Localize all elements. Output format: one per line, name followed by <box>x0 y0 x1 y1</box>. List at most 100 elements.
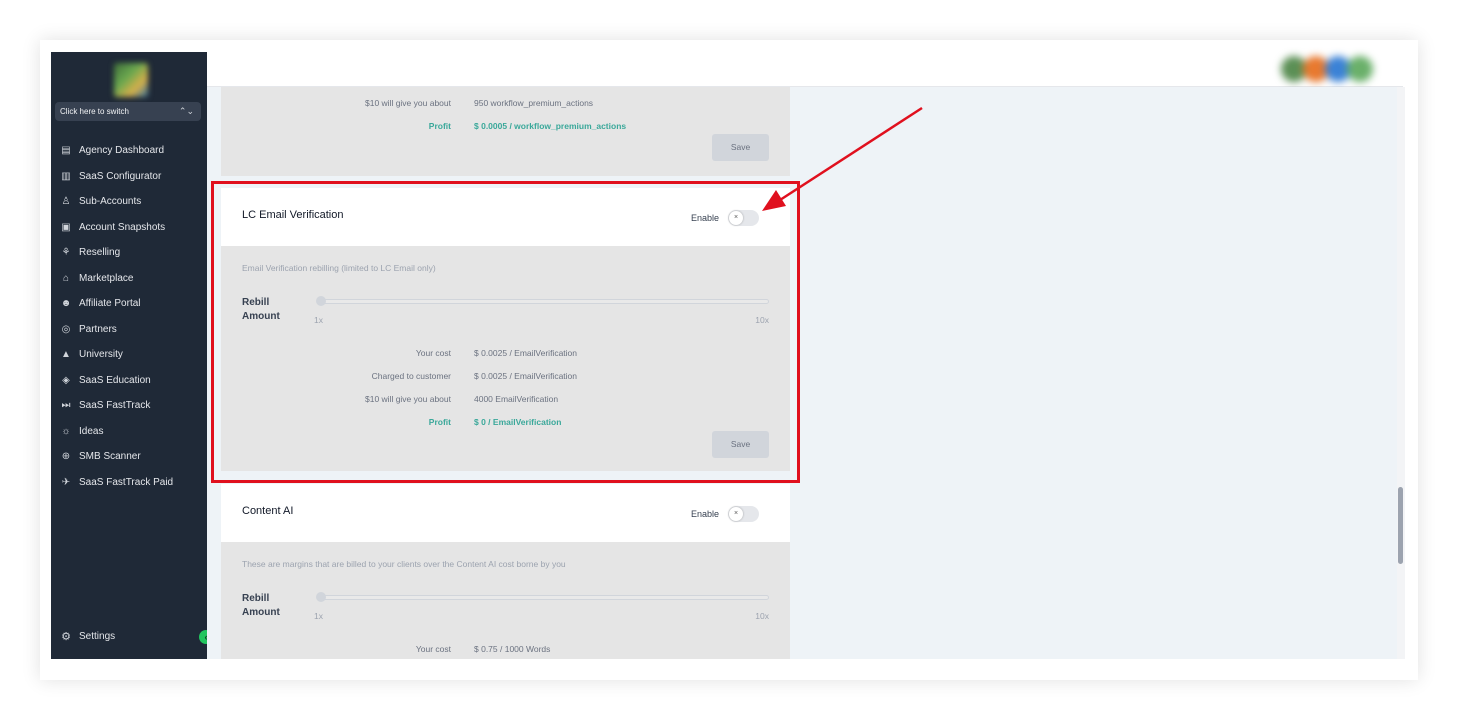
sidebar-item-account-snapshots[interactable]: ▣ Account Snapshots <box>60 215 206 241</box>
avatar <box>1347 56 1373 82</box>
sidebar-nav: ▤ Agency Dashboard ▥ SaaS Configurator ♙ Su… <box>60 138 206 495</box>
row-label: Your cost <box>415 644 451 654</box>
profit-value: $ 0 / EmailVerification <box>474 417 562 427</box>
rebill-label-line: Amount <box>242 311 280 322</box>
sidebar-item-partners[interactable]: ◎ Partners <box>60 317 206 343</box>
sidebar-item-label: Account Snapshots <box>79 221 166 233</box>
email-verification-card: LC Email Verification Enable × Email Ver… <box>221 188 790 471</box>
rebill-label-line: Rebill <box>242 593 270 604</box>
slider-min-label: 1x <box>314 611 323 621</box>
sidebar-item-affiliate-portal[interactable]: ☻ Affiliate Portal <box>60 291 206 317</box>
content-ai-card: Content AI Enable × These are margins th… <box>221 484 790 659</box>
sidebar-item-saas-fasttrack[interactable]: ⏭ SaaS FastTrack <box>60 393 206 419</box>
card-header: Content AI Enable × <box>221 484 790 542</box>
rebill-slider[interactable] <box>316 592 769 602</box>
lightbulb-icon: ☼ <box>61 425 71 437</box>
account-switcher[interactable]: Click here to switch ⌃⌄ <box>55 102 201 121</box>
sidebar-item-label: SaaS Configurator <box>79 170 162 182</box>
agency-logo[interactable] <box>114 63 148 97</box>
card-description: These are margins that are billed to you… <box>242 559 566 569</box>
sidebar-item-label: Ideas <box>79 425 104 437</box>
slider-min-label: 1x <box>314 315 323 325</box>
workflow-premium-card: $10 will give you about 950 workflow_pre… <box>221 87 790 176</box>
row-value: $ 0.75 / 1000 Words <box>474 644 551 654</box>
scrollbar-thumb[interactable] <box>1398 487 1403 564</box>
profit-label: Profit <box>428 417 451 427</box>
rebill-amount-label: Rebill Amount <box>242 296 280 324</box>
settings-label: Settings <box>79 630 116 642</box>
plane-icon: ✈ <box>61 476 71 488</box>
sidebar-item-saas-configurator[interactable]: ▥ SaaS Configurator <box>60 164 206 190</box>
card-body: These are margins that are billed to you… <box>221 542 790 659</box>
sidebar-item-marketplace[interactable]: ⌂ Marketplace <box>60 266 206 292</box>
dashboard-icon: ▤ <box>61 145 71 157</box>
row-label: $10 will give you about <box>364 394 451 404</box>
account-switcher-label: Click here to switch <box>60 107 129 116</box>
user-icon: ♙ <box>61 196 71 208</box>
sidebar-item-label: Marketplace <box>79 272 134 284</box>
slider-handle[interactable] <box>316 296 326 306</box>
sidebar-item-label: Affiliate Portal <box>79 298 141 310</box>
save-button[interactable]: Save <box>712 134 769 161</box>
users-icon: ☻ <box>60 298 72 310</box>
enable-toggle[interactable]: × <box>728 210 759 226</box>
card-body: Email Verification rebilling (limited to… <box>221 246 790 471</box>
row-label: Charged to customer <box>371 371 451 381</box>
enable-label: Enable <box>690 509 719 519</box>
sidebar-item-smb-scanner[interactable]: ⊕ SMB Scanner <box>60 444 206 470</box>
updown-chevron-icon: ⌃⌄ <box>178 106 194 116</box>
sidebar-item-label: Agency Dashboard <box>79 145 165 157</box>
sidebar-item-label: Sub-Accounts <box>79 196 142 208</box>
sidebar-item-saas-fasttrack-paid[interactable]: ✈ SaaS FastTrack Paid <box>60 470 206 496</box>
sidebar-item-label: University <box>79 349 123 361</box>
sidebar-item-ideas[interactable]: ☼ Ideas <box>60 419 206 445</box>
vertical-scrollbar[interactable] <box>1397 87 1405 659</box>
slider-max-label: 10x <box>755 611 769 621</box>
sidebar-item-label: SaaS Education <box>79 374 151 386</box>
profit-label: Profit <box>428 121 451 131</box>
sidebar-item-label: SaaS FastTrack <box>79 400 151 412</box>
card-title: LC Email Verification <box>242 209 344 221</box>
close-icon: × <box>729 211 743 225</box>
search-icon: ⊕ <box>61 451 71 463</box>
top-header <box>207 52 1403 87</box>
row-value: 950 workflow_premium_actions <box>474 98 594 108</box>
sidebar-item-label: Partners <box>79 323 117 335</box>
profit-value: $ 0.0005 / workflow_premium_actions <box>474 121 627 131</box>
card-header: LC Email Verification Enable × <box>221 188 790 246</box>
user-avatars[interactable] <box>1281 56 1373 82</box>
sidebar-item-label: Reselling <box>79 247 121 259</box>
enable-label: Enable <box>690 213 719 223</box>
gear-icon: ⚙ <box>61 630 71 643</box>
sidebar-item-settings[interactable]: ⚙ Settings <box>60 630 116 643</box>
row-label: $10 will give you about <box>364 98 451 108</box>
chart-icon: ▥ <box>61 170 71 182</box>
card-description: Email Verification rebilling (limited to… <box>242 263 436 273</box>
fast-forward-icon: ⏭ <box>61 400 71 412</box>
enable-control: Enable × <box>691 210 759 226</box>
rebill-label-line: Amount <box>242 607 280 618</box>
sidebar-item-label: SaaS FastTrack Paid <box>79 476 174 488</box>
sidebar-item-reselling[interactable]: ⚘ Reselling <box>60 240 206 266</box>
sidebar-item-agency-dashboard[interactable]: ▤ Agency Dashboard <box>60 138 206 164</box>
rebill-amount-label: Rebill Amount <box>242 592 280 620</box>
row-value: $ 0.0025 / EmailVerification <box>474 371 578 381</box>
snapshot-icon: ▣ <box>61 221 71 233</box>
main-content: $10 will give you about 950 workflow_pre… <box>207 87 1397 659</box>
row-label: Your cost <box>415 348 451 358</box>
rebill-slider[interactable] <box>316 296 769 306</box>
sidebar-item-saas-education[interactable]: ◈ SaaS Education <box>60 368 206 394</box>
save-button[interactable]: Save <box>712 431 769 458</box>
cube-icon: ◈ <box>62 374 70 386</box>
sidebar-item-sub-accounts[interactable]: ♙ Sub-Accounts <box>60 189 206 215</box>
slider-handle[interactable] <box>316 592 326 602</box>
card-title: Content AI <box>242 505 294 517</box>
row-value: $ 0.0025 / EmailVerification <box>474 348 578 358</box>
row-value: 4000 EmailVerification <box>474 394 559 404</box>
handshake-icon: ◎ <box>61 323 71 335</box>
graduation-cap-icon: ▲ <box>61 349 71 361</box>
rebill-label-line: Rebill <box>242 297 270 308</box>
enable-toggle[interactable]: × <box>728 506 759 522</box>
enable-control: Enable × <box>691 506 759 522</box>
sidebar-item-university[interactable]: ▲ University <box>60 342 206 368</box>
